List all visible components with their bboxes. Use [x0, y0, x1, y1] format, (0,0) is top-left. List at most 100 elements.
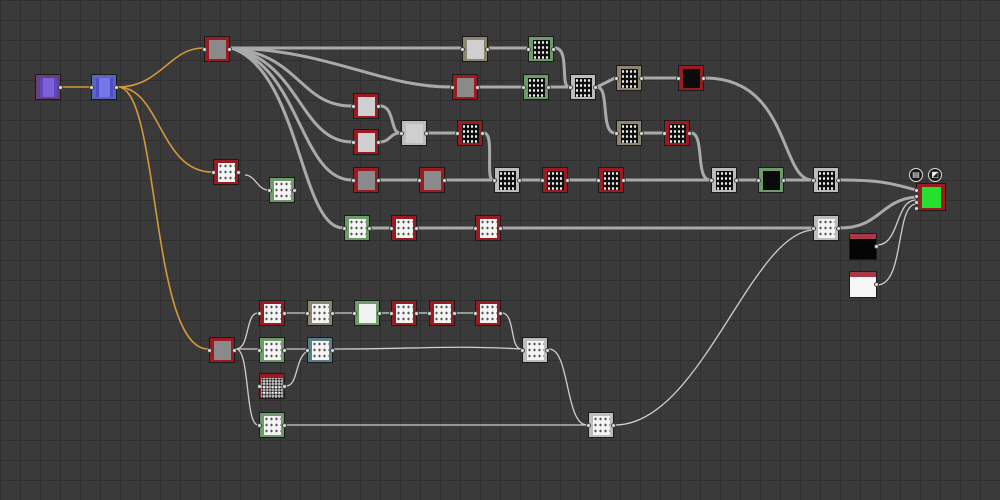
input-port[interactable] — [540, 178, 545, 183]
node[interactable] — [389, 300, 419, 326]
input-port[interactable] — [257, 423, 262, 428]
output-port[interactable] — [545, 348, 550, 353]
output-node[interactable] — [914, 183, 946, 211]
input-port[interactable] — [89, 85, 94, 90]
input-port[interactable] — [709, 178, 714, 183]
input-port[interactable] — [520, 348, 525, 353]
output-port[interactable] — [330, 311, 335, 316]
node[interactable] — [709, 167, 739, 193]
node[interactable] — [207, 337, 237, 363]
input-port[interactable] — [526, 47, 531, 52]
node[interactable] — [614, 65, 644, 91]
input-port[interactable] — [914, 206, 919, 211]
node[interactable] — [305, 300, 335, 326]
input-port[interactable] — [351, 140, 356, 145]
input-port[interactable] — [614, 131, 619, 136]
output-port[interactable] — [414, 311, 419, 316]
node[interactable] — [351, 167, 381, 193]
node[interactable] — [352, 300, 382, 326]
output-port[interactable] — [639, 131, 644, 136]
input-port[interactable] — [914, 200, 919, 205]
node[interactable] — [257, 337, 287, 363]
node[interactable] — [417, 167, 447, 193]
node[interactable] — [520, 337, 550, 363]
output-port[interactable] — [517, 178, 522, 183]
input-port[interactable] — [305, 348, 310, 353]
input-node-2[interactable] — [89, 74, 119, 100]
node[interactable] — [450, 74, 480, 100]
input-port[interactable] — [305, 311, 310, 316]
input-port[interactable] — [207, 348, 212, 353]
node[interactable] — [305, 337, 335, 363]
input-port[interactable] — [351, 178, 356, 183]
node[interactable] — [473, 300, 503, 326]
output-port[interactable] — [639, 76, 644, 81]
node[interactable] — [211, 159, 241, 185]
output-port[interactable] — [377, 311, 382, 316]
node[interactable] — [342, 215, 372, 241]
node[interactable] — [460, 36, 490, 62]
output-port[interactable] — [836, 226, 841, 231]
node[interactable] — [257, 300, 287, 326]
input-port[interactable] — [389, 311, 394, 316]
output-port[interactable] — [565, 178, 570, 183]
node[interactable] — [455, 120, 485, 146]
node-graph-canvas[interactable]: ▤ ◩ — [0, 0, 1000, 500]
node[interactable] — [399, 120, 429, 146]
input-port[interactable] — [662, 131, 667, 136]
node[interactable] — [811, 167, 841, 193]
input-port[interactable] — [427, 311, 432, 316]
output-port[interactable] — [452, 311, 457, 316]
input-port[interactable] — [351, 104, 356, 109]
output-port[interactable] — [480, 131, 485, 136]
node[interactable] — [811, 215, 841, 241]
output-port[interactable] — [621, 178, 626, 183]
node[interactable] — [473, 215, 503, 241]
output-port[interactable] — [292, 188, 297, 193]
node[interactable] — [492, 167, 522, 193]
node[interactable] — [202, 36, 232, 62]
node[interactable] — [521, 74, 551, 100]
node[interactable] — [596, 167, 626, 193]
node[interactable] — [676, 65, 706, 91]
input-port[interactable] — [460, 47, 465, 52]
output-port[interactable] — [687, 131, 692, 136]
input-port[interactable] — [586, 423, 591, 428]
input-port[interactable] — [521, 85, 526, 90]
output-port[interactable] — [414, 226, 419, 231]
input-port[interactable] — [596, 178, 601, 183]
input-port[interactable] — [202, 47, 207, 52]
node[interactable] — [614, 120, 644, 146]
output-port[interactable] — [376, 140, 381, 145]
node[interactable] — [257, 412, 287, 438]
node[interactable] — [351, 93, 381, 119]
output-port[interactable] — [282, 348, 287, 353]
input-port[interactable] — [211, 170, 216, 175]
node[interactable] — [526, 36, 556, 62]
output-port[interactable] — [232, 348, 237, 353]
output-port[interactable] — [734, 178, 739, 183]
texture-node-black[interactable] — [849, 233, 879, 260]
node[interactable] — [267, 177, 297, 203]
output-port[interactable] — [282, 384, 287, 389]
node[interactable] — [351, 129, 381, 155]
input-port[interactable] — [568, 85, 573, 90]
output-port[interactable] — [330, 348, 335, 353]
output-port[interactable] — [701, 76, 706, 81]
input-port[interactable] — [492, 178, 497, 183]
input-port[interactable] — [342, 226, 347, 231]
output-port[interactable] — [498, 226, 503, 231]
texture-node-white[interactable] — [849, 271, 879, 298]
noise-node[interactable] — [257, 373, 287, 399]
output-port[interactable] — [282, 311, 287, 316]
input-port[interactable] — [389, 226, 394, 231]
output-port[interactable] — [282, 423, 287, 428]
node[interactable] — [586, 412, 616, 438]
output-port[interactable] — [367, 226, 372, 231]
node[interactable] — [427, 300, 457, 326]
output-port[interactable] — [485, 47, 490, 52]
output-port[interactable] — [376, 178, 381, 183]
output-port[interactable] — [781, 178, 786, 183]
node[interactable] — [540, 167, 570, 193]
input-port[interactable] — [257, 348, 262, 353]
